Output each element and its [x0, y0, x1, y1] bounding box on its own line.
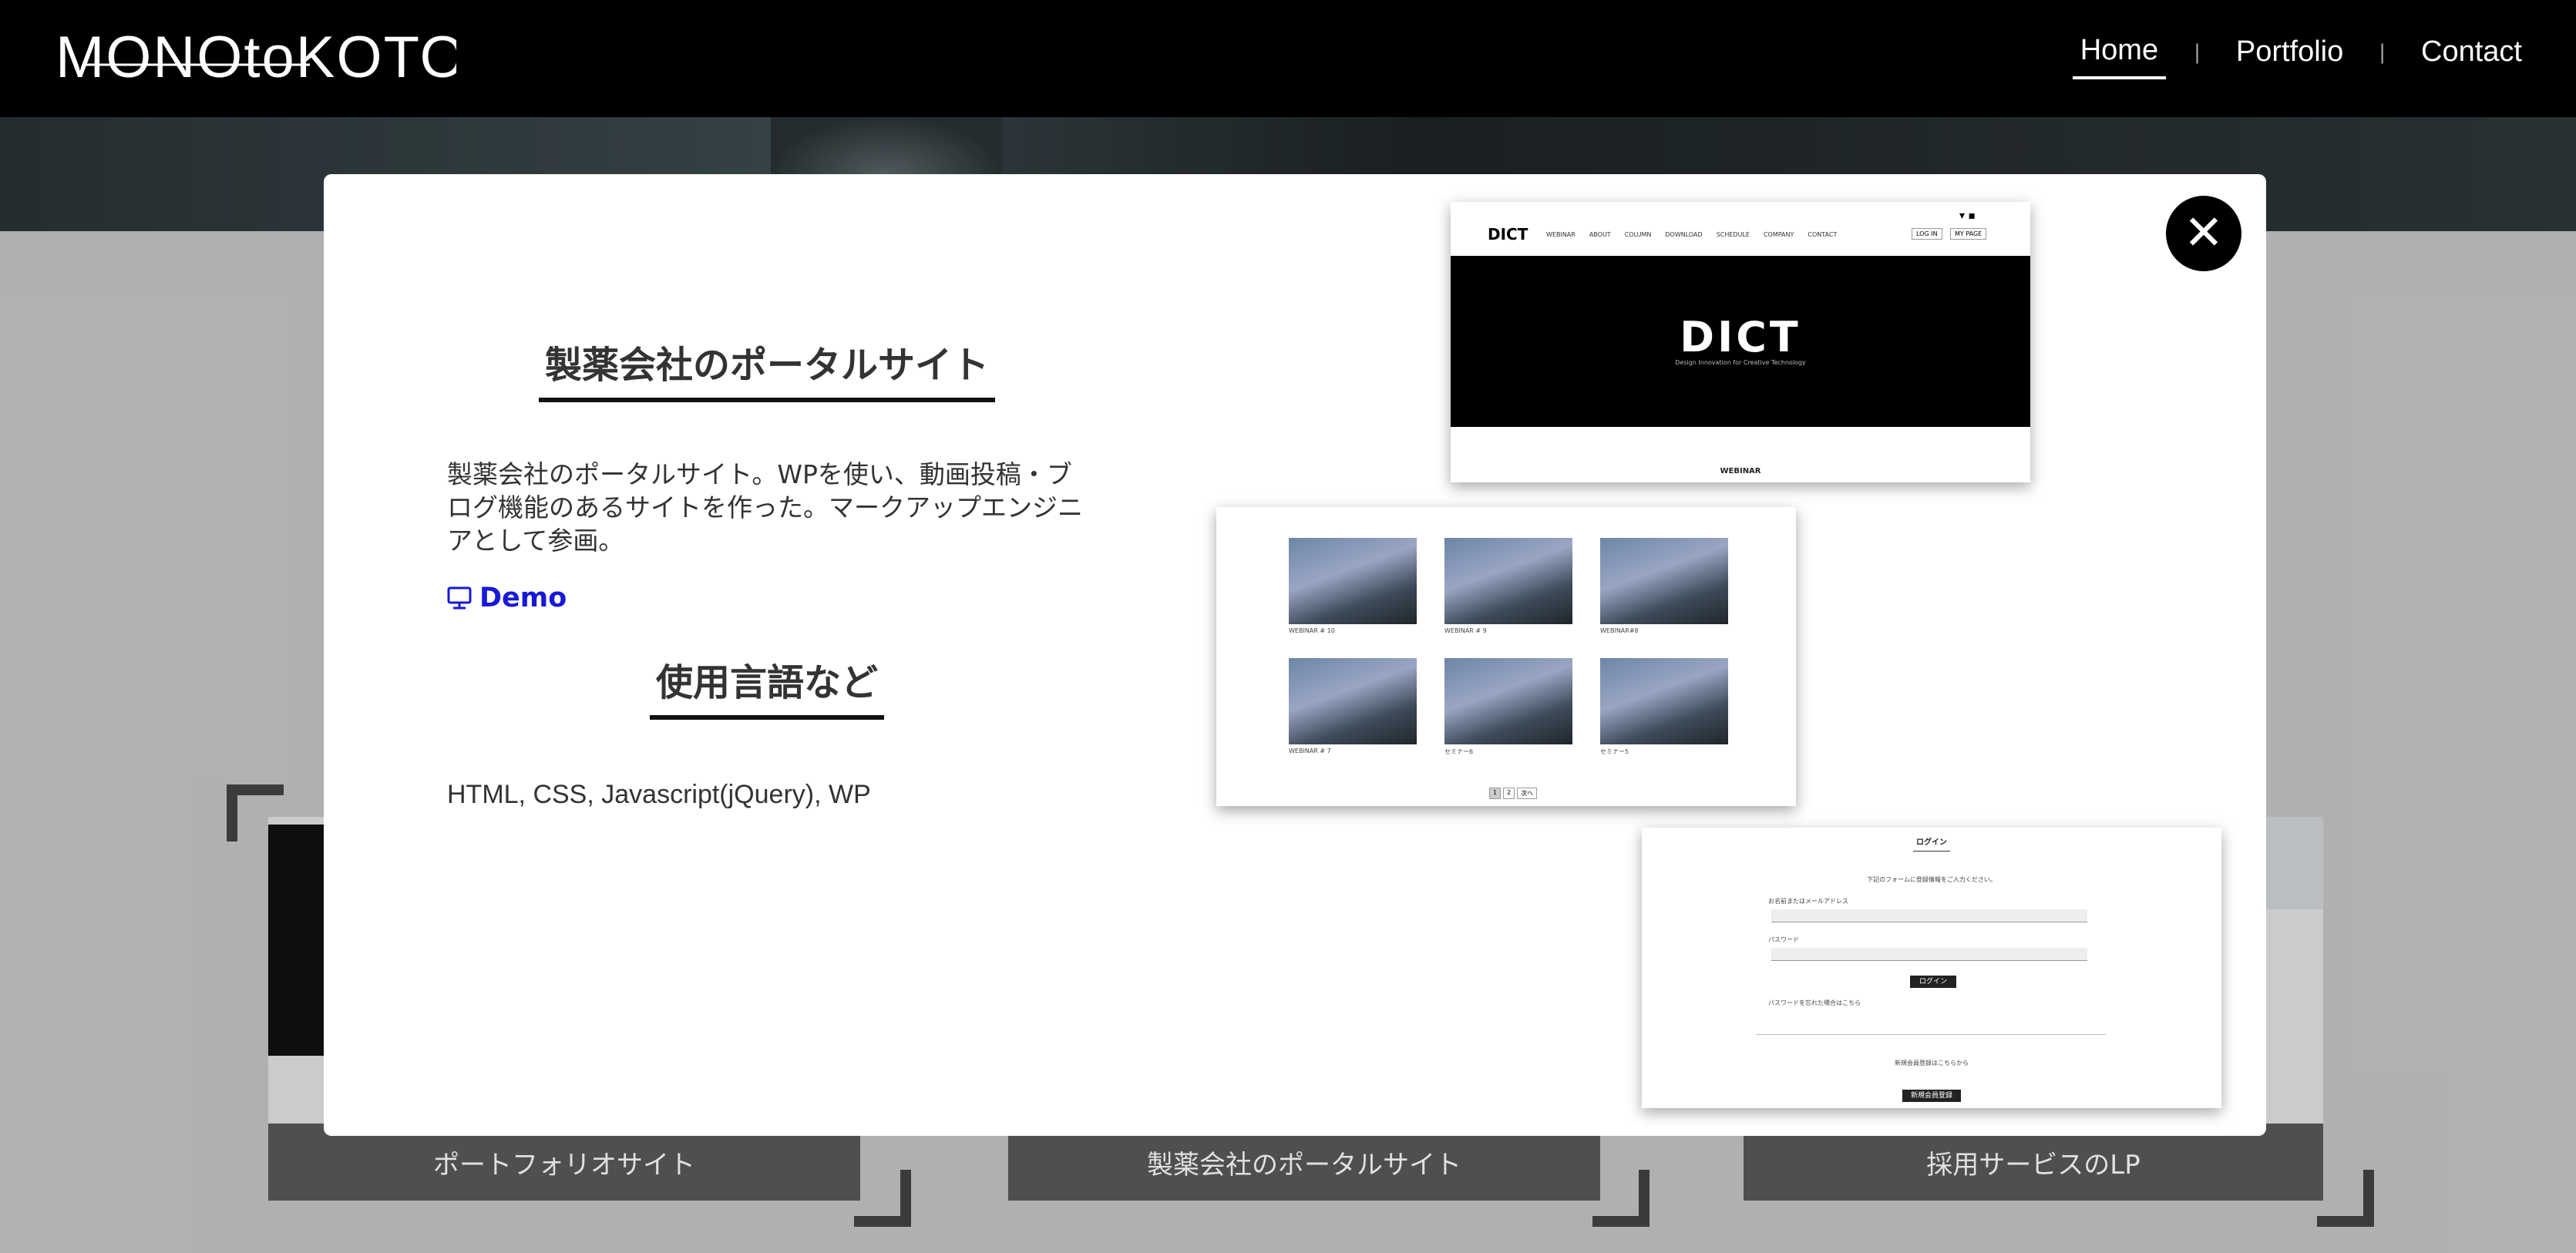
- tech-stack-heading: 使用言語など: [324, 652, 1210, 720]
- nav-separator: |: [2194, 40, 2201, 64]
- mini-nav-item: SCHEDULE: [1716, 231, 1750, 238]
- project-description: 製薬会社のポータルサイト。WPを使い、動画投稿・ブログ機能のあるサイトを作った。…: [447, 459, 1083, 556]
- screenshot-webinar-list: WEBINAR # 10 WEBINAR # 9 WEBINAR#8 WEBIN…: [1216, 507, 1796, 806]
- mini-register-text: 新規会員登録はこちらから: [1895, 1060, 1969, 1067]
- mini-banner-title: DICT: [1680, 313, 1801, 361]
- mini-email-field: [1771, 909, 2087, 922]
- heading-underline: [1913, 851, 1950, 852]
- mini-nav: WEBINAR ABOUT COLUMN DOWNLOAD SCHEDULE C…: [1546, 231, 1837, 238]
- page-number: 1: [1489, 788, 1502, 799]
- webinar-thumbnail: [1600, 658, 1728, 744]
- webinar-thumbnail: [1289, 538, 1417, 624]
- tech-stack-list: HTML, CSS, Javascript(jQuery), WP: [447, 780, 871, 809]
- webinar-thumbnail: [1444, 538, 1572, 624]
- modal-title: 製薬会社のポータルサイト: [324, 334, 1210, 402]
- mini-banner: DICT Design Innovation for Creative Tech…: [1451, 256, 2030, 427]
- webinar-label: WEBINAR # 9: [1444, 627, 1487, 634]
- site-logo[interactable]: MONOtoKOTO: [55, 17, 456, 94]
- webinar-label: WEBINAR # 10: [1289, 627, 1335, 634]
- page-next: 次へ: [1517, 788, 1538, 799]
- webinar-thumbnail: [1289, 658, 1417, 744]
- monitor-icon: [447, 586, 472, 610]
- mini-pagination: 1 2 次へ: [1489, 788, 1538, 799]
- mini-login-intro: 下記のフォームに登録情報をご入力ください。: [1867, 876, 1996, 883]
- mini-nav-item: DOWNLOAD: [1665, 231, 1703, 238]
- mini-logo: DICT: [1488, 225, 1528, 244]
- webinar-thumbnail: [1444, 658, 1572, 744]
- mini-password-label: パスワード: [1768, 936, 1799, 943]
- mini-email-label: お名前またはメールアドレス: [1768, 898, 1848, 905]
- main-nav: Home | Portfolio | Contact: [2072, 34, 2530, 79]
- webinar-label: WEBINAR#8: [1600, 627, 1639, 634]
- mini-section-title: WEBINAR: [1720, 467, 1761, 475]
- screenshot-top-page: DICT ▾ ▪ WEBINAR ABOUT COLUMN DOWNLOAD S…: [1451, 202, 2030, 482]
- mini-forgot-link: パスワードを忘れた場合はこちら: [1768, 999, 1861, 1006]
- nav-portfolio-link[interactable]: Portfolio: [2228, 35, 2351, 78]
- mini-nav-item: COMPANY: [1763, 231, 1794, 238]
- site-header: MONOtoKOTO Home | Portfolio | Contact: [0, 0, 2576, 117]
- mini-login-button: LOG IN: [1912, 228, 1942, 240]
- mini-nav-item: WEBINAR: [1546, 231, 1576, 238]
- demo-link[interactable]: Demo: [447, 583, 567, 613]
- mini-login-heading: ログイン: [1916, 838, 1947, 847]
- mini-mypage-button: MY PAGE: [1950, 228, 1987, 240]
- nav-contact-link[interactable]: Contact: [2413, 35, 2530, 78]
- close-icon[interactable]: ✕: [2166, 196, 2241, 271]
- webinar-label: セミナー5: [1600, 748, 1629, 755]
- screenshot-login-page: ログイン 下記のフォームに登録情報をご入力ください。 お名前またはメールアドレス…: [1642, 828, 2221, 1108]
- project-modal: ✕ 製薬会社のポータルサイト 製薬会社のポータルサイト。WPを使い、動画投稿・ブ…: [324, 174, 2266, 1136]
- page-number: 2: [1503, 788, 1515, 799]
- nav-home-link[interactable]: Home: [2072, 34, 2167, 79]
- social-icons: ▾ ▪: [1959, 210, 1976, 222]
- mini-nav-item: ABOUT: [1589, 231, 1611, 238]
- mini-register-button: 新規会員登録: [1902, 1090, 1961, 1102]
- webinar-thumbnail: [1600, 538, 1728, 624]
- webinar-label: セミナー6: [1444, 748, 1474, 755]
- nav-separator: |: [2379, 40, 2386, 64]
- mini-password-field: [1771, 948, 2087, 961]
- svg-text:MONOtoKOTO: MONOtoKOTO: [55, 25, 456, 90]
- divider: [1756, 1034, 2106, 1035]
- mini-login-button: ログイン: [1910, 976, 1956, 988]
- mini-banner-subtitle: Design Innovation for Creative Technolog…: [1675, 359, 1806, 366]
- webinar-label: WEBINAR # 7: [1289, 747, 1331, 754]
- demo-label: Demo: [479, 583, 567, 613]
- mini-nav-item: COLUMN: [1624, 231, 1652, 238]
- mini-nav-item: CONTACT: [1808, 231, 1838, 238]
